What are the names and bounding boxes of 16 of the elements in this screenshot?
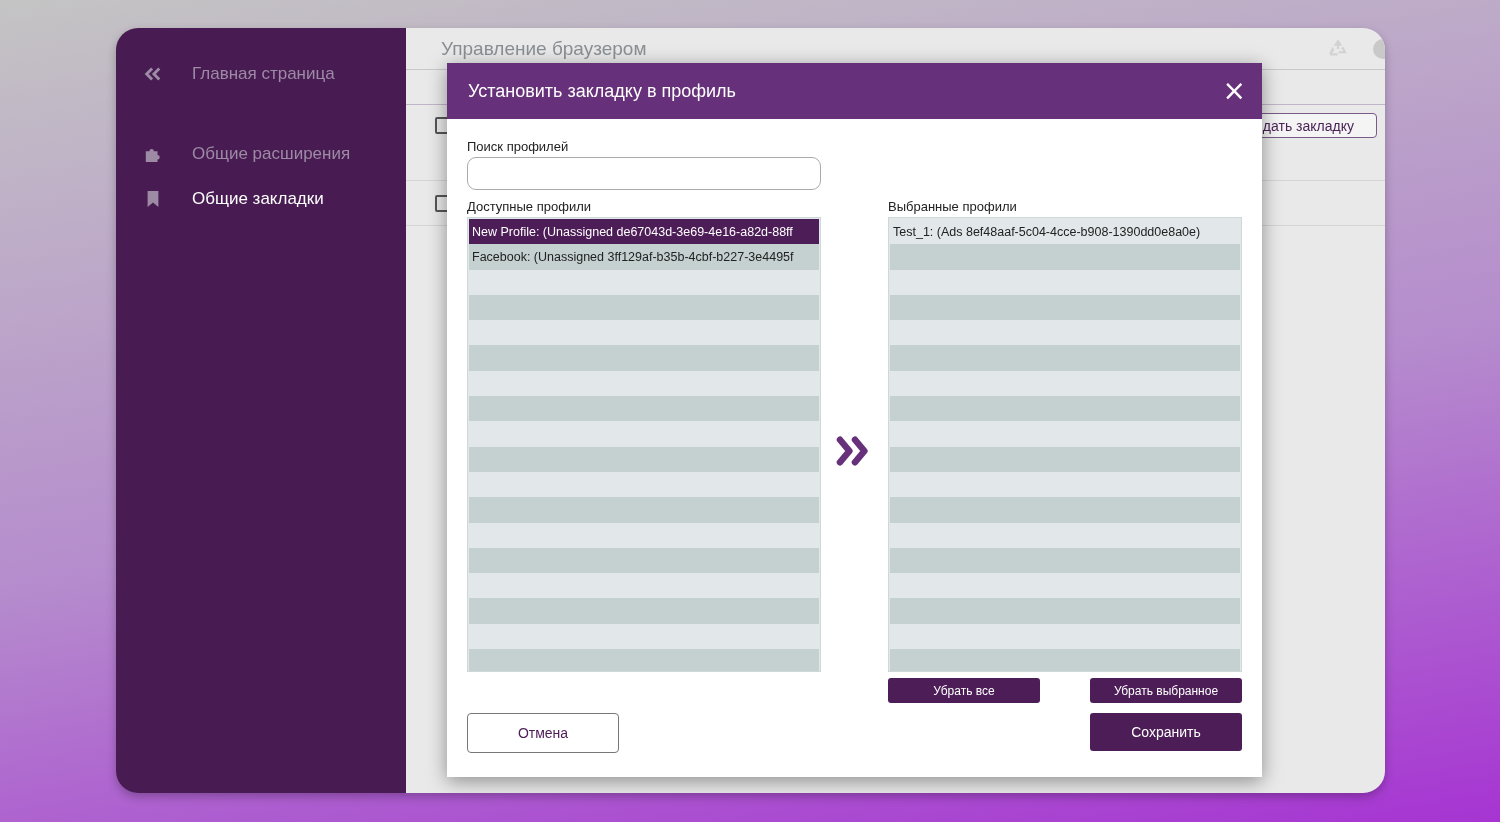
- sidebar-item[interactable]: Общие закладки: [116, 185, 406, 213]
- remove-all-button[interactable]: Убрать все: [888, 678, 1040, 703]
- sidebar-item[interactable]: Главная страница: [116, 60, 406, 88]
- list-label: Выбранные профили: [888, 199, 1018, 215]
- save-button[interactable]: Сохранить: [1090, 713, 1242, 751]
- dialog-title: Установить закладку в профиль: [468, 80, 737, 102]
- profile-item[interactable]: Test_1: (Ads 8ef48aaf-5c04-4cce-b908-1390dd0e8a0e): [890, 224, 1201, 239]
- list-label: Доступные профили: [467, 199, 592, 215]
- cancel-button[interactable]: Отмена: [467, 713, 619, 753]
- remove-selected-button[interactable]: Убрать выбранное: [1090, 678, 1242, 703]
- page-title: Управление браузером: [441, 37, 648, 60]
- sidebar-item[interactable]: Общие расширения: [116, 140, 406, 168]
- field-label: Поиск профилей: [467, 139, 570, 155]
- search-field[interactable]: [467, 157, 821, 190]
- close-button[interactable]: ×: [1218, 77, 1250, 105]
- double-chevron-left-icon: [144, 65, 162, 83]
